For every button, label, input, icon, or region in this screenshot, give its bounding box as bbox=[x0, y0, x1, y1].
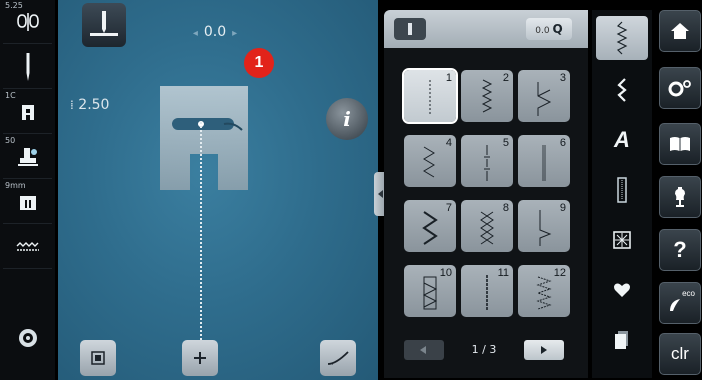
preview-icon bbox=[91, 351, 105, 365]
buttonhole-icon bbox=[617, 177, 627, 203]
alphabet-icon: A bbox=[614, 127, 630, 152]
setup-icon bbox=[668, 80, 691, 97]
page-indicator: 1 / 3 bbox=[471, 343, 497, 356]
heart-icon bbox=[614, 283, 630, 297]
stitch-search-prefix: 0.0 bbox=[535, 26, 550, 36]
eco-button[interactable]: eco bbox=[659, 282, 701, 324]
stitch-tile-1[interactable]: 1 bbox=[402, 68, 458, 124]
stitch-preview-area: ◂ 0.0 ▸ 1 ⁞ 2.50 i bbox=[58, 0, 378, 380]
stitch-edit-icon bbox=[327, 351, 349, 365]
stitch-tile-2[interactable]: 2 bbox=[461, 70, 513, 122]
stitch-panel-header: 0.0 Q bbox=[384, 10, 588, 48]
stitch-tile-9[interactable]: 9 bbox=[518, 200, 570, 252]
guide-button[interactable] bbox=[659, 176, 701, 218]
stitch-pager: 1 / 3 bbox=[404, 340, 564, 362]
category-buttonholes[interactable] bbox=[596, 168, 648, 212]
dress-form-icon bbox=[675, 187, 685, 207]
stitch-tile-11[interactable]: 11 bbox=[461, 265, 513, 317]
panel-toggle-button[interactable] bbox=[394, 18, 426, 40]
feed-dog-button[interactable] bbox=[3, 225, 52, 269]
thread-tension-button[interactable]: 5.25 bbox=[3, 0, 52, 44]
presser-foot-illustration bbox=[160, 86, 248, 190]
home-button[interactable] bbox=[659, 10, 701, 52]
plus-icon bbox=[194, 352, 206, 364]
decorative-stitch-icon bbox=[617, 78, 627, 102]
feed-dog-icon bbox=[3, 225, 52, 268]
stitch-tile-10[interactable]: 10 bbox=[404, 265, 456, 317]
previous-page-button[interactable] bbox=[404, 340, 444, 360]
stitch-width-value: 2.50 bbox=[78, 97, 110, 113]
stitch-tile-6[interactable]: 6 bbox=[518, 135, 570, 187]
presser-foot-indicator-button[interactable]: 9mm bbox=[3, 180, 52, 224]
right-toolbar: ? eco clr bbox=[656, 0, 702, 380]
stitch-tile-5[interactable]: 5 bbox=[461, 135, 513, 187]
stitch-tile-12[interactable]: 12 bbox=[518, 265, 570, 317]
bobbin-icon bbox=[3, 316, 52, 360]
category-memory[interactable] bbox=[596, 318, 648, 362]
category-practical-stitches[interactable] bbox=[596, 16, 648, 60]
stitch-tile-4[interactable]: 4 bbox=[404, 135, 456, 187]
needle-position-button[interactable] bbox=[82, 3, 126, 47]
add-stitch-button[interactable] bbox=[182, 340, 218, 376]
clear-label: clr bbox=[671, 344, 689, 363]
search-icon: Q bbox=[552, 22, 563, 36]
stitch-selection-panel bbox=[384, 10, 588, 378]
needle-position-value: 0.0 bbox=[203, 24, 227, 40]
increase-arrow-icon[interactable]: ▸ bbox=[232, 28, 237, 39]
category-quilt-stitches[interactable] bbox=[596, 218, 648, 262]
stitch-line-preview bbox=[200, 122, 202, 352]
needle-icon bbox=[3, 45, 52, 88]
stitch-category-bar: A bbox=[592, 10, 652, 378]
needle-plate-button[interactable]: 1C bbox=[3, 90, 52, 134]
stitch-edit-button[interactable] bbox=[320, 340, 356, 376]
tutorial-button[interactable] bbox=[659, 123, 701, 165]
category-personal-program[interactable] bbox=[596, 268, 648, 312]
preview-toggle-button[interactable] bbox=[80, 340, 116, 376]
stitch-width-icon: ⁞ bbox=[70, 98, 74, 112]
setup-button[interactable] bbox=[659, 67, 701, 109]
book-icon bbox=[670, 137, 690, 151]
stitch-search-button[interactable]: 0.0 Q bbox=[526, 18, 572, 40]
memory-icon bbox=[615, 331, 628, 349]
eco-label: eco bbox=[682, 289, 695, 298]
practical-stitch-icon bbox=[616, 21, 628, 55]
decrease-arrow-icon[interactable]: ◂ bbox=[193, 28, 198, 39]
needle-select-button[interactable] bbox=[3, 45, 52, 89]
thread-tension-icon bbox=[3, 0, 52, 43]
stitch-tile-3[interactable]: 3 bbox=[518, 70, 570, 122]
bobbin-button[interactable] bbox=[3, 316, 52, 360]
presser-foot-pressure-button[interactable]: 50 bbox=[3, 135, 52, 179]
sewing-machine-screen: 5.25 1C 50 9mm ◂ 0.0 ▸ 1 ⁞ 2.50 i 0.0 Q … bbox=[0, 0, 702, 380]
callout-badge: 1 bbox=[244, 48, 274, 78]
stitch-width-readout[interactable]: ⁞ 2.50 bbox=[70, 97, 109, 113]
left-toolbar: 5.25 1C 50 9mm bbox=[0, 0, 55, 380]
home-icon bbox=[671, 23, 689, 39]
next-page-button[interactable] bbox=[524, 340, 564, 360]
stitch-tile-8[interactable]: 8 bbox=[461, 200, 513, 252]
presser-foot-indicator-icon bbox=[3, 180, 52, 223]
category-alphabets[interactable]: A bbox=[596, 118, 648, 162]
stitch-tile-7[interactable]: 7 bbox=[404, 200, 456, 252]
info-button[interactable]: i bbox=[326, 98, 368, 140]
category-decorative-stitches[interactable] bbox=[596, 68, 648, 112]
help-icon: ? bbox=[673, 237, 687, 262]
needle-position-readout[interactable]: ◂ 0.0 ▸ bbox=[170, 24, 260, 40]
needle-position-icon bbox=[90, 11, 118, 36]
presser-foot-pressure-icon bbox=[3, 135, 52, 178]
quilt-icon bbox=[613, 231, 631, 249]
needle-plate-icon bbox=[3, 90, 52, 133]
help-button[interactable]: ? bbox=[659, 229, 701, 271]
clear-button[interactable]: clr bbox=[659, 333, 701, 375]
